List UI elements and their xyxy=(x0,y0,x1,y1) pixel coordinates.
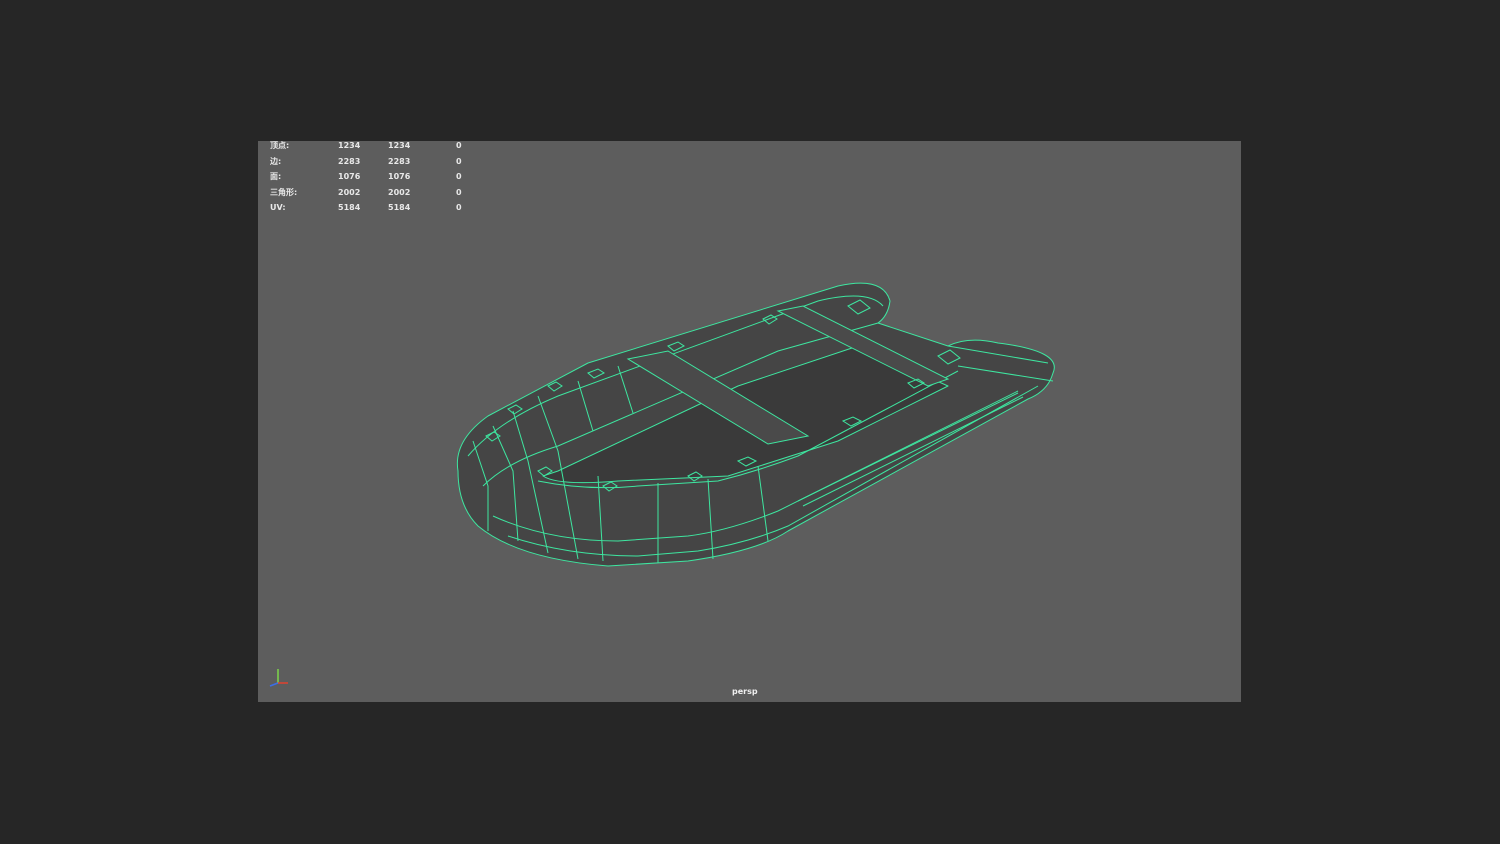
camera-name-label: persp xyxy=(732,687,758,696)
inflatable-boat-wireframe-model[interactable] xyxy=(258,141,1241,702)
xyz-axis-gizmo-icon xyxy=(269,669,288,687)
persp-viewport[interactable]: 顶点: 1234 1234 0 边: 2283 2283 0 面: 1076 1… xyxy=(258,141,1241,702)
